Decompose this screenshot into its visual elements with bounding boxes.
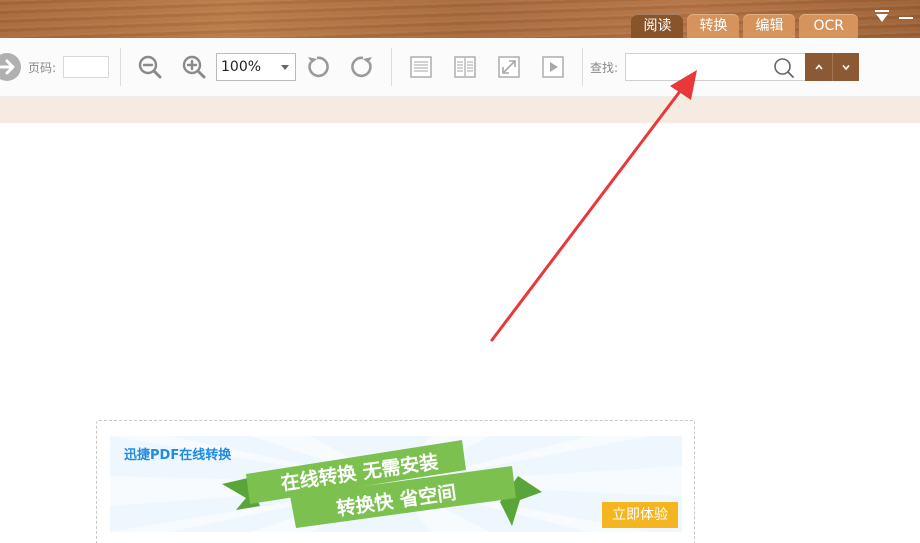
find-next-button[interactable] <box>832 53 859 81</box>
try-now-button[interactable]: 立即体验 <box>602 502 678 528</box>
zoom-in-button[interactable] <box>180 53 208 81</box>
chevron-up-icon <box>814 64 823 70</box>
find-search-box <box>625 53 805 81</box>
arrow-right-circle-icon <box>0 53 21 81</box>
single-page-icon <box>410 56 432 78</box>
mode-tabs: 阅读 转换 编辑 OCR <box>631 14 858 38</box>
zoom-level-value: 100% <box>221 59 262 75</box>
slideshow-button[interactable] <box>539 53 567 81</box>
info-strip <box>0 97 920 123</box>
search-icon[interactable] <box>773 57 795 79</box>
zoom-in-icon <box>182 55 206 79</box>
ad-banner[interactable]: 迅捷PDF在线转换 在线转换 无需安装 转换快 省空间 立即体验 <box>110 436 682 532</box>
toolbar-divider <box>391 48 392 86</box>
double-page-view-button[interactable] <box>451 53 479 81</box>
single-page-view-button[interactable] <box>407 53 435 81</box>
zoom-out-icon <box>138 55 162 79</box>
rotate-right-button[interactable] <box>348 53 376 81</box>
rotate-left-icon <box>308 56 329 78</box>
pdf-reader-window: 阅读 转换 编辑 OCR 页码: 100% 查找: 迅捷PDF在线转换 在线转换… <box>0 0 920 543</box>
find-label: 查找: <box>590 60 619 75</box>
page-label: 页码: <box>28 60 57 75</box>
toolbar-divider <box>582 48 583 86</box>
window-controls <box>874 8 914 24</box>
expand-icon <box>498 56 520 78</box>
tab-convert[interactable]: 转换 <box>687 14 740 38</box>
menu-dropdown-icon[interactable] <box>874 8 890 24</box>
toolbar: 页码: 100% 查找: <box>0 38 920 97</box>
fit-page-button[interactable] <box>495 53 523 81</box>
chevron-down-icon <box>842 64 850 71</box>
ad-brand-title: 迅捷PDF在线转换 <box>124 448 232 463</box>
find-previous-button[interactable] <box>805 53 832 81</box>
find-input[interactable] <box>626 54 778 80</box>
minimize-icon[interactable] <box>898 8 914 24</box>
rotate-right-icon <box>351 56 372 78</box>
tab-ocr[interactable]: OCR <box>799 14 858 38</box>
next-page-button[interactable] <box>0 38 22 96</box>
chevron-down-icon <box>281 64 289 70</box>
double-page-icon <box>454 56 476 78</box>
zoom-out-button[interactable] <box>136 53 164 81</box>
tab-edit[interactable]: 编辑 <box>743 14 796 38</box>
rotate-left-button[interactable] <box>304 53 332 81</box>
title-bar: 阅读 转换 编辑 OCR <box>0 0 920 38</box>
page-number-input[interactable] <box>63 56 109 78</box>
zoom-level-select[interactable]: 100% <box>216 53 296 81</box>
toolbar-divider <box>120 48 121 86</box>
play-icon <box>542 56 564 78</box>
tab-read[interactable]: 阅读 <box>631 14 684 38</box>
